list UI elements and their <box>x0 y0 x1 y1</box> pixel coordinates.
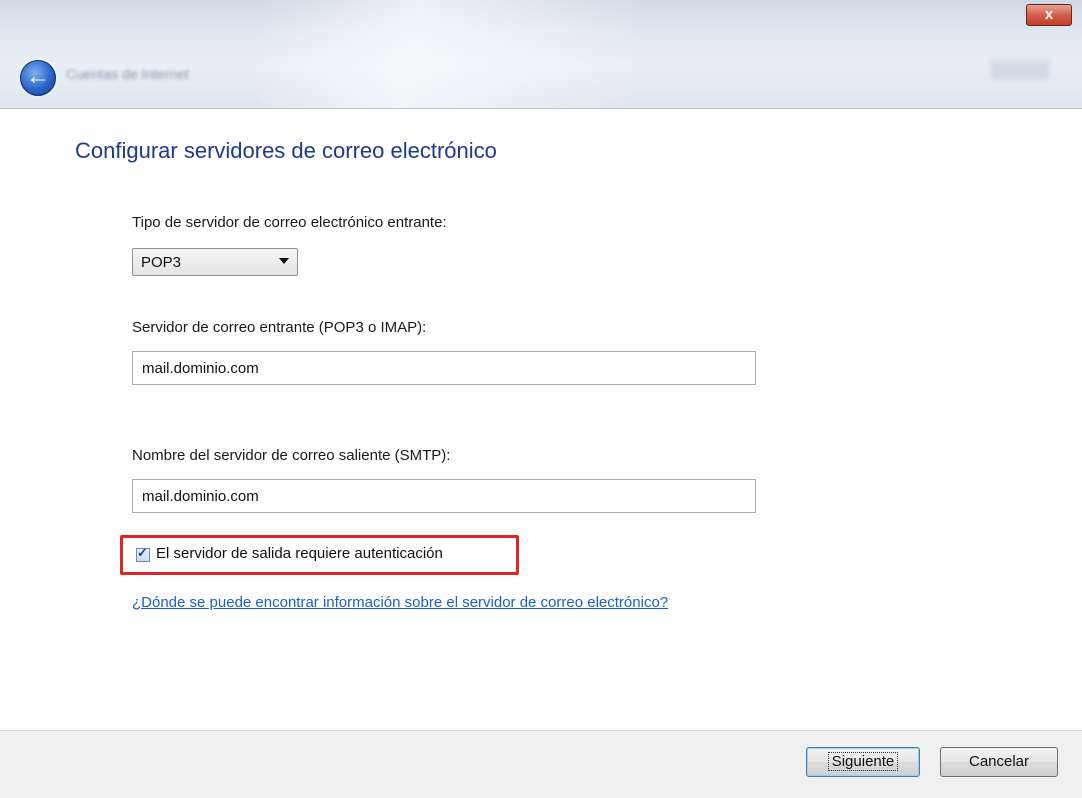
title-bar-blur <box>990 60 1050 80</box>
incoming-server-field[interactable] <box>132 351 756 385</box>
page-heading: Configurar servidores de correo electrón… <box>75 138 497 163</box>
outgoing-server-field[interactable] <box>132 479 756 513</box>
chevron-down-icon <box>279 258 289 264</box>
title-bar: x ← Cuentas de Internet <box>0 0 1082 109</box>
close-icon: x <box>1044 6 1054 23</box>
incoming-type-value: POP3 <box>141 254 182 271</box>
auth-checkbox[interactable]: ✓ <box>136 545 150 562</box>
wizard-window: x ← Cuentas de Internet Configurar servi… <box>0 0 1082 798</box>
back-button[interactable]: ← <box>20 60 56 96</box>
incoming-type-select[interactable]: POP3 <box>132 248 298 276</box>
next-button[interactable]: Siguiente <box>806 747 920 777</box>
check-icon: ✓ <box>137 545 148 560</box>
outgoing-server-input[interactable] <box>133 480 755 512</box>
cancel-button[interactable]: Cancelar <box>940 747 1058 777</box>
auth-checkbox-label[interactable]: El servidor de salida requiere autentica… <box>156 545 443 562</box>
incoming-server-label: Servidor de correo entrante (POP3 o IMAP… <box>132 319 427 336</box>
next-button-label: Siguiente <box>827 752 899 771</box>
back-arrow-icon: ← <box>26 63 50 90</box>
window-title: Cuentas de Internet <box>66 66 189 82</box>
incoming-server-input[interactable] <box>133 352 755 384</box>
close-button[interactable]: x <box>1026 4 1072 26</box>
glass-streak <box>260 0 640 108</box>
incoming-type-label: Tipo de servidor de correo electrónico e… <box>132 214 447 231</box>
button-bar: Siguiente Cancelar <box>0 730 1082 798</box>
outgoing-server-label: Nombre del servidor de correo saliente (… <box>132 447 451 464</box>
cancel-button-label: Cancelar <box>968 753 1030 770</box>
help-link[interactable]: ¿Dónde se puede encontrar información so… <box>132 594 668 611</box>
